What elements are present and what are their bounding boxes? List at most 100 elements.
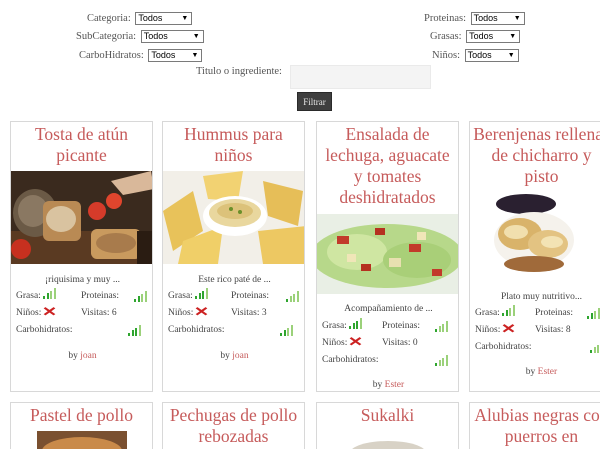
ninos-label: Niños: xyxy=(322,338,348,348)
filter-carbohidratos: CarboHidratos: Todos ▼ xyxy=(79,49,203,62)
recipe-stats: Grasa: Proteinas: Niños: Visitas: 0 Carb… xyxy=(322,317,456,369)
level-bar xyxy=(590,350,592,353)
recipe-image[interactable] xyxy=(163,171,304,264)
recipe-title[interactable]: Alubias negras con puerros en xyxy=(470,403,600,447)
subcategoria-label: SubCategoria: xyxy=(76,30,137,42)
level-bar xyxy=(587,316,589,319)
proteinas-level-icon xyxy=(134,290,148,302)
grasas-select[interactable]: Todos ▼ xyxy=(466,30,521,43)
carbohidratos-select[interactable]: Todos ▼ xyxy=(148,49,203,62)
level-bar xyxy=(141,293,143,302)
carbohidratos-level-icon xyxy=(128,324,142,336)
recipe-author: by Ester xyxy=(470,367,600,377)
proteinas-select[interactable]: Todos ▼ xyxy=(470,12,525,25)
by-label: by xyxy=(525,367,536,377)
recipe-title[interactable]: Sukalki xyxy=(317,403,458,426)
recipe-title[interactable]: Hummus para niños xyxy=(163,122,304,166)
recipe-author: by joan xyxy=(163,351,304,361)
proteinas-label: Proteinas: xyxy=(424,12,466,24)
level-bar xyxy=(283,330,286,336)
level-bar xyxy=(445,320,448,332)
level-bar xyxy=(359,317,362,329)
filter-subcategoria: SubCategoria: Todos ▼ xyxy=(76,30,204,43)
level-bar xyxy=(512,304,515,316)
author-link[interactable]: joan xyxy=(80,351,96,361)
level-bar xyxy=(352,323,355,329)
ninos-label: Niños: xyxy=(432,49,461,61)
ninos-select[interactable]: Todos ▼ xyxy=(464,49,519,62)
level-bar xyxy=(134,299,136,302)
carbohidratos-value: Todos xyxy=(151,50,176,60)
proteinas-level-icon xyxy=(587,307,600,319)
level-bar xyxy=(137,296,140,302)
grasas-label: Grasas: xyxy=(430,30,462,42)
visitas-count: Visitas: 8 xyxy=(535,325,571,335)
grasa-level-icon xyxy=(349,317,363,329)
level-bar xyxy=(597,307,600,319)
chevron-down-icon: ▼ xyxy=(507,52,515,59)
proteinas-value: Todos xyxy=(473,13,498,23)
recipe-description: Este rico paté de ... xyxy=(198,275,271,285)
level-bar xyxy=(202,290,205,299)
level-bar xyxy=(144,290,147,302)
recipe-title[interactable]: Tosta de atún picante xyxy=(11,122,152,166)
recipe-image[interactable] xyxy=(317,214,458,294)
level-bar xyxy=(438,360,441,366)
author-link[interactable]: Ester xyxy=(385,380,405,390)
carbohidratos-level-icon xyxy=(280,324,294,336)
recipe-stats: Grasa: Proteinas: Niños: Visitas: 6 Carb… xyxy=(16,287,150,339)
recipe-card[interactable]: Pechugas de pollo rebozadas xyxy=(162,402,305,449)
recipe-image[interactable] xyxy=(11,171,152,264)
carbohidratos-level-icon xyxy=(435,354,449,366)
proteinas-label: Proteinas: xyxy=(81,291,119,301)
visitas-count: Visitas: 6 xyxy=(81,308,117,318)
recipe-card[interactable]: Hummus para niños Este rico paté de ... … xyxy=(162,121,305,392)
ninos-label: Niños: xyxy=(475,325,501,335)
recipe-author: by Ester xyxy=(317,380,458,390)
titulo-input[interactable] xyxy=(290,65,431,89)
categoria-label: Categoria: xyxy=(87,12,131,24)
level-bar xyxy=(290,324,293,336)
filtrar-button[interactable]: Filtrar xyxy=(297,92,332,111)
filter-ninos: Niños: Todos ▼ xyxy=(432,49,519,62)
recipe-card[interactable]: Tosta de atún picante ¡riquisima y muy .… xyxy=(10,121,153,392)
ninos-value: Todos xyxy=(467,50,492,60)
recipe-title[interactable]: Pechugas de pollo rebozadas xyxy=(163,403,304,447)
level-bar xyxy=(505,310,508,316)
author-link[interactable]: joan xyxy=(232,351,248,361)
carbohidratos-label: Carbohidratos: xyxy=(475,342,532,352)
subcategoria-select[interactable]: Todos ▼ xyxy=(140,30,204,43)
level-bar xyxy=(289,296,292,302)
categoria-select[interactable]: Todos ▼ xyxy=(135,12,193,25)
recipe-title[interactable]: Berenjenas rellenas de chicharro y pisto xyxy=(470,122,600,187)
grasa-label: Grasa: xyxy=(475,308,500,318)
level-bar xyxy=(356,320,359,329)
visitas-count: Visitas: 0 xyxy=(382,338,418,348)
recipe-card[interactable]: Berenjenas rellenas de chicharro y pisto… xyxy=(469,121,600,392)
level-bar xyxy=(442,357,444,366)
recipe-card[interactable]: Sukalki xyxy=(316,402,459,449)
not-for-kids-icon xyxy=(348,337,363,347)
filter-categoria: Categoria: Todos ▼ xyxy=(87,12,193,25)
recipe-card[interactable]: Ensalada de lechuga, aguacate y tomates … xyxy=(316,121,459,392)
recipe-stats: Grasa: Proteinas: Niños: Visitas: 3 Carb… xyxy=(168,287,302,339)
recipe-image[interactable] xyxy=(37,431,127,449)
by-label: by xyxy=(220,351,230,361)
chevron-down-icon: ▼ xyxy=(513,15,521,22)
recipe-title[interactable]: Ensalada de lechuga, aguacate y tomates … xyxy=(317,122,458,208)
titulo-label: Titulo o ingrediente: xyxy=(196,66,282,77)
recipe-image[interactable] xyxy=(343,431,433,449)
recipe-stats: Grasa: Proteinas: Niños: Visitas: 8 Carb… xyxy=(475,304,600,356)
author-link[interactable]: Ester xyxy=(538,367,558,377)
level-bar xyxy=(198,293,201,299)
filter-proteinas: Proteinas: Todos ▼ xyxy=(424,12,525,25)
filter-grasas: Grasas: Todos ▼ xyxy=(430,30,521,43)
recipe-image[interactable] xyxy=(470,192,600,282)
recipe-card[interactable]: Pastel de pollo xyxy=(10,402,153,449)
recipe-title[interactable]: Pastel de pollo xyxy=(11,403,152,426)
recipe-card[interactable]: Alubias negras con puerros en xyxy=(469,402,600,449)
grasa-level-icon xyxy=(195,287,209,299)
level-bar xyxy=(593,347,596,353)
carbohidratos-label: Carbohidratos: xyxy=(168,325,225,335)
level-bar xyxy=(442,323,444,332)
